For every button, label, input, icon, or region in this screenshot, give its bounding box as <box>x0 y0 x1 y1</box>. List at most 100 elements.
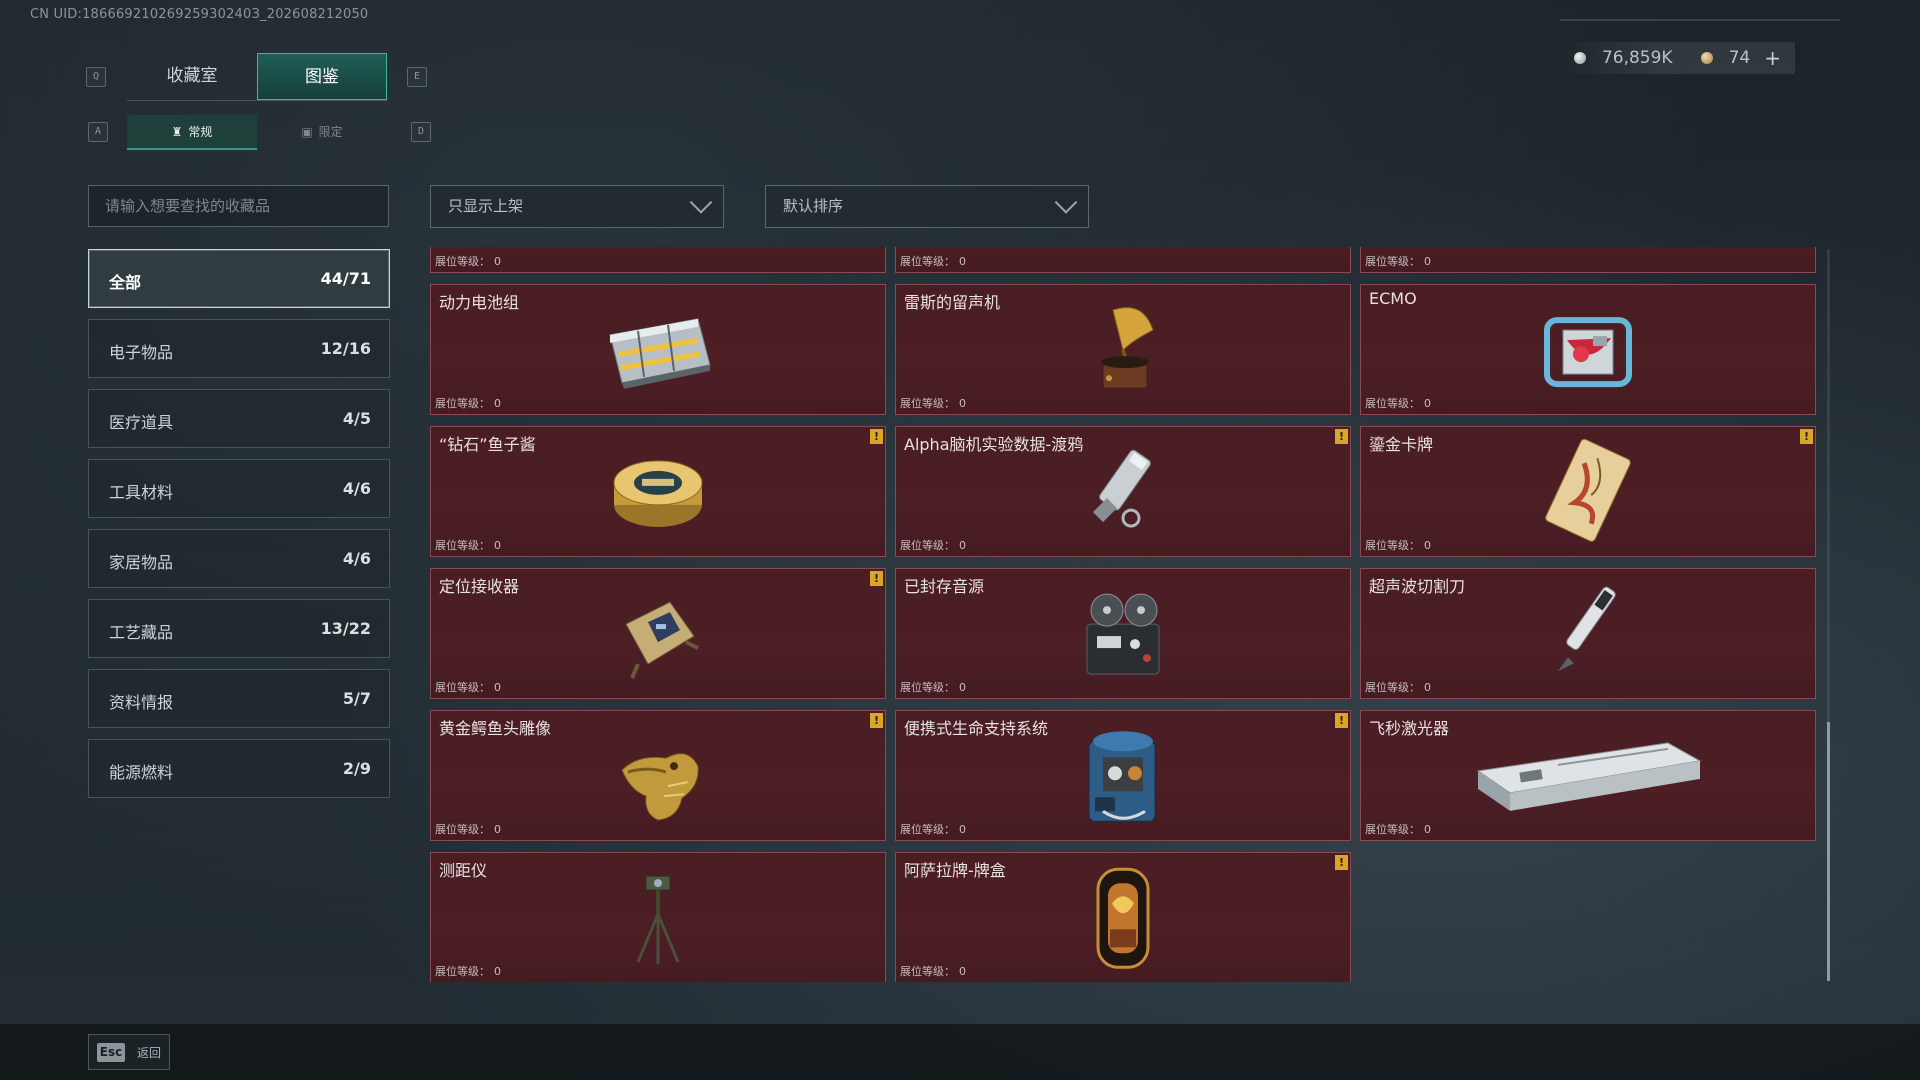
collectible-card[interactable]: ECMO 展位等级： 0 <box>1360 284 1816 415</box>
key-q-hint: Q <box>86 67 106 87</box>
sort-dropdown[interactable]: 默认排序 <box>765 185 1089 228</box>
booth-level-value: 0 <box>494 397 501 410</box>
key-a-hint: A <box>88 122 108 142</box>
collectible-card[interactable]: 便携式生命支持系统! 展位等级： 0 <box>895 710 1351 841</box>
shelf-filter-dropdown[interactable]: 只显示上架 <box>430 185 724 228</box>
tab-collection-room[interactable]: 收藏室 <box>127 53 257 100</box>
category-name: 电子物品 <box>109 343 174 362</box>
subtab-limited-label: 限定 <box>318 125 343 139</box>
collectible-card[interactable]: 展位等级： 0 <box>430 247 886 273</box>
key-d-hint: D <box>411 122 431 142</box>
collectible-card[interactable]: 飞秒激光器 展位等级： 0 <box>1360 710 1816 841</box>
collectible-card[interactable]: 已封存音源 展位等级： 0 <box>895 568 1351 699</box>
category-count: 4/5 <box>342 409 371 428</box>
ultrasonic-knife-icon <box>1538 579 1638 693</box>
collectible-card[interactable]: 黄金鳄鱼头雕像! 展位等级： 0 <box>430 710 886 841</box>
esc-key-icon: Esc <box>97 1043 125 1062</box>
booth-level-value: 0 <box>494 539 501 552</box>
category-household[interactable]: 家居物品 4/6 <box>88 529 390 588</box>
booth-level: 展位等级： 0 <box>900 253 966 269</box>
collectible-card[interactable]: “钻石”鱼子酱! 展位等级： 0 <box>430 426 886 557</box>
category-intel[interactable]: 资料情报 5/7 <box>88 669 390 728</box>
subtab-regular-label: 常规 <box>188 125 213 139</box>
subtab-limited[interactable]: ▣ 限定 <box>257 115 387 150</box>
category-count: 13/22 <box>320 619 371 638</box>
booth-level-label: 展位等级： <box>900 255 955 268</box>
category-name: 能源燃料 <box>109 763 174 782</box>
collectible-card[interactable]: 展位等级： 0 <box>895 247 1351 273</box>
item-name: 飞秒激光器 <box>1369 719 1450 738</box>
booth-level: 展位等级： 0 <box>435 395 501 411</box>
collectible-card[interactable]: 超声波切割刀 展位等级： 0 <box>1360 568 1816 699</box>
chevron-down-icon <box>689 191 713 214</box>
category-crafts[interactable]: 工艺藏品 13/22 <box>88 599 390 658</box>
gilded-card-icon <box>1543 437 1633 551</box>
booth-level-label: 展位等级： <box>1365 823 1420 836</box>
data-canister-icon <box>1073 442 1173 546</box>
booth-level-value: 0 <box>959 255 966 268</box>
back-button[interactable]: Esc 返回 <box>88 1034 170 1070</box>
key-e-hint: E <box>407 67 427 87</box>
collectible-card[interactable]: 展位等级： 0 <box>1360 247 1816 273</box>
item-name: “钻石”鱼子酱 <box>439 435 536 454</box>
booth-level: 展位等级： 0 <box>435 963 501 979</box>
search-input[interactable]: 请输入想要查找的收藏品 <box>88 185 389 227</box>
item-name: 阿萨拉牌-牌盒 <box>904 861 1006 880</box>
category-count: 2/9 <box>342 759 371 778</box>
scrollbar-thumb[interactable] <box>1827 722 1830 981</box>
booth-level-value: 0 <box>1424 255 1431 268</box>
booth-level-value: 0 <box>959 823 966 836</box>
gramophone-icon <box>1083 300 1163 404</box>
collectible-card[interactable]: 鎏金卡牌! 展位等级： 0 <box>1360 426 1816 557</box>
item-name: 动力电池组 <box>439 293 520 312</box>
ecmo-icon <box>1533 300 1643 404</box>
item-name: 超声波切割刀 <box>1369 577 1466 596</box>
add-currency-button[interactable]: + <box>1764 46 1781 70</box>
sort-value: 默认排序 <box>783 197 844 215</box>
booth-level-value: 0 <box>959 539 966 552</box>
category-electronics[interactable]: 电子物品 12/16 <box>88 319 390 378</box>
booth-level-label: 展位等级： <box>435 397 490 410</box>
category-name: 家居物品 <box>109 553 174 572</box>
category-name: 全部 <box>109 273 142 292</box>
collectible-card[interactable]: 动力电池组展位等级： 0 <box>430 284 886 415</box>
item-name: 便携式生命支持系统 <box>904 719 1049 738</box>
booth-level: 展位等级： 0 <box>435 537 501 553</box>
booth-level-label: 展位等级： <box>435 681 490 694</box>
booth-level: 展位等级： 0 <box>1365 253 1431 269</box>
booth-level-value: 0 <box>494 681 501 694</box>
booth-level: 展位等级： 0 <box>900 679 966 695</box>
item-name: 黄金鳄鱼头雕像 <box>439 719 552 738</box>
category-count: 12/16 <box>320 339 371 358</box>
category-all[interactable]: 全部 44/71 <box>88 249 390 308</box>
collectible-card[interactable]: 测距仪 展位等级： 0 <box>430 852 886 982</box>
subtab-regular[interactable]: ♜ 常规 <box>127 115 257 150</box>
item-name: 定位接收器 <box>439 577 520 596</box>
booth-level: 展位等级： 0 <box>900 395 966 411</box>
category-energy[interactable]: 能源燃料 2/9 <box>88 739 390 798</box>
currency-bar: 76,859K 74 + <box>1559 42 1795 74</box>
card-box-icon <box>1088 863 1158 977</box>
booth-level-label: 展位等级： <box>435 965 490 978</box>
warning-badge-icon: ! <box>1335 713 1348 728</box>
collectible-card[interactable]: 定位接收器! 展位等级： 0 <box>430 568 886 699</box>
rangefinder-tripod-icon <box>628 868 688 972</box>
chevron-down-icon <box>1054 191 1078 214</box>
locator-receiver-icon <box>608 584 708 688</box>
collectible-card[interactable]: Alpha脑机实验数据-渡鸦! 展位等级： 0 <box>895 426 1351 557</box>
sub-tabs: ♜ 常规 ▣ 限定 <box>127 115 389 150</box>
caviar-tin-icon <box>608 446 708 540</box>
category-name: 工具材料 <box>109 483 174 502</box>
category-list: 全部 44/71 电子物品 12/16 医疗道具 4/5 工具材料 4/6 家居… <box>88 249 390 809</box>
booth-level: 展位等级： 0 <box>900 537 966 553</box>
top-divider <box>1560 19 1840 21</box>
booth-level-value: 0 <box>959 397 966 410</box>
silver-coin-icon <box>1573 52 1586 64</box>
booth-level: 展位等级： 0 <box>1365 537 1431 553</box>
collectible-card[interactable]: 雷斯的留声机 展位等级： 0 <box>895 284 1351 415</box>
collectible-card[interactable]: 阿萨拉牌-牌盒! 展位等级： 0 <box>895 852 1351 982</box>
tab-catalog[interactable]: 图鉴 <box>257 53 387 100</box>
item-grid-viewport: 展位等级： 0 展位等级： 0 展位等级： 0 动力电池组 展位等级： 0 雷斯的留声机 展位等级：… <box>430 247 1828 982</box>
category-tools[interactable]: 工具材料 4/6 <box>88 459 390 518</box>
category-medical[interactable]: 医疗道具 4/5 <box>88 389 390 448</box>
